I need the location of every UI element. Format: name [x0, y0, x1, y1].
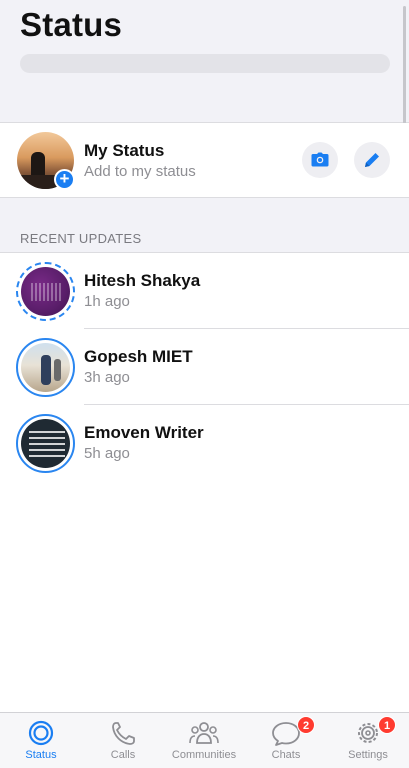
pencil-icon: [365, 153, 379, 167]
status-ring: [16, 414, 75, 473]
status-row-hitesh[interactable]: Hitesh Shakya 1h ago: [0, 253, 409, 329]
settings-badge: 1: [378, 716, 396, 734]
camera-icon: [311, 152, 329, 167]
status-ring: [16, 262, 75, 321]
my-status-row[interactable]: + My Status Add to my status: [0, 123, 409, 198]
tab-settings[interactable]: 1 Settings: [333, 713, 403, 768]
contact-name: Hitesh Shakya: [84, 271, 201, 290]
header: Status: [0, 0, 409, 124]
tab-calls[interactable]: Calls: [88, 713, 158, 768]
updates-list: Hitesh Shakya 1h ago Gopesh MIET 3h ago …: [0, 253, 409, 481]
plus-icon[interactable]: +: [54, 169, 75, 190]
avatar: [21, 419, 70, 468]
scroll-indicator: [403, 6, 406, 124]
tab-status[interactable]: Status: [6, 713, 76, 768]
tab-bar: Status Calls Communities 2 Chats 1 Setti…: [0, 712, 409, 768]
status-icon: [28, 720, 54, 746]
tab-communities[interactable]: Communities: [169, 713, 239, 768]
status-ring: [16, 338, 75, 397]
my-status-subtitle: Add to my status: [84, 163, 196, 180]
update-time: 1h ago: [84, 293, 130, 310]
tab-label: Calls: [110, 749, 136, 761]
pencil-button[interactable]: [354, 142, 390, 178]
contact-name: Gopesh MIET: [84, 347, 193, 366]
camera-button[interactable]: [302, 142, 338, 178]
recent-updates-header: RECENT UPDATES: [0, 198, 409, 253]
update-time: 5h ago: [84, 445, 130, 462]
contact-name: Emoven Writer: [84, 423, 204, 442]
tab-label: Communities: [171, 749, 237, 761]
my-status-title: My Status: [84, 141, 165, 160]
tab-label: Chats: [271, 749, 301, 761]
status-row-gopesh[interactable]: Gopesh MIET 3h ago: [0, 329, 409, 405]
section-label: RECENT UPDATES: [20, 231, 142, 246]
tab-chats[interactable]: 2 Chats: [251, 713, 321, 768]
avatar: [21, 343, 70, 392]
status-screen: Status + My Status Add to my status RECE…: [0, 0, 409, 768]
avatar: [21, 267, 70, 316]
status-row-emoven[interactable]: Emoven Writer 5h ago: [0, 405, 409, 481]
update-time: 3h ago: [84, 369, 130, 386]
page-title: Status: [20, 6, 123, 43]
chats-badge: 2: [297, 716, 315, 734]
tab-label: Status: [25, 749, 57, 761]
communities-icon: [189, 722, 219, 744]
phone-icon: [112, 722, 135, 745]
search-bar[interactable]: [20, 54, 390, 73]
tab-label: Settings: [348, 749, 388, 761]
